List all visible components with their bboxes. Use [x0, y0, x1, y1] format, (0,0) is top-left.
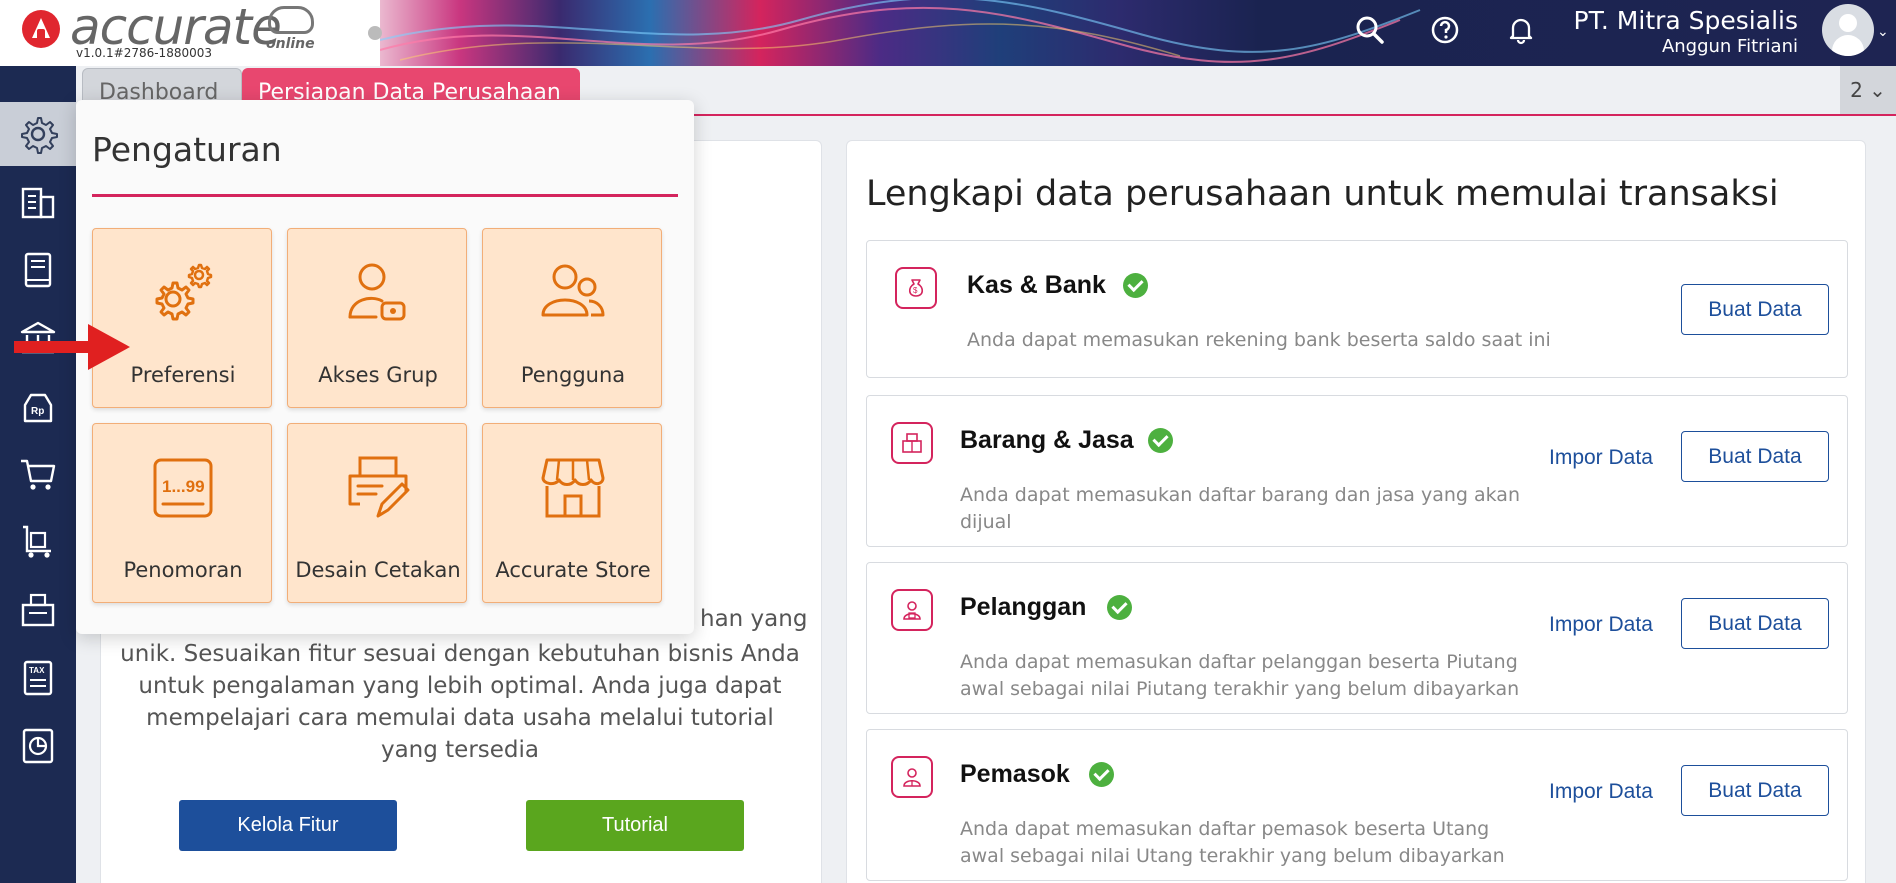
svg-text:Rp: Rp — [31, 406, 44, 417]
check-icon — [1089, 762, 1114, 787]
customer-icon — [891, 589, 933, 631]
task-kas-bank: $ Kas & Bank Anda dapat memasukan rekeni… — [866, 240, 1848, 378]
buat-data-button[interactable]: Buat Data — [1681, 431, 1829, 482]
store-icon — [541, 458, 605, 518]
sidebar-item-tax[interactable]: TAX — [0, 646, 76, 710]
price-tag-icon: Rp — [23, 393, 53, 423]
task-description: Anda dapat memasukan daftar barang dan j… — [960, 484, 1520, 533]
popup-divider — [92, 194, 678, 197]
trolley-icon — [23, 525, 51, 558]
avatar[interactable] — [1822, 4, 1874, 56]
user-name: Anggun Fitriani — [1661, 36, 1798, 57]
book-icon — [24, 252, 52, 288]
top-bar: accurate online v1.0.1#2786-1880003 PT. … — [0, 0, 1896, 66]
tile-label: Pengguna — [520, 363, 626, 387]
task-description: Anda dapat memasukan daftar pemasok bese… — [960, 818, 1505, 867]
check-icon — [1123, 273, 1148, 298]
tile-penomoran[interactable]: 1...99 Penomoran — [92, 423, 272, 603]
sidebar: Rp TAX — [0, 66, 76, 883]
task-description: Anda dapat memasukan rekening bank beser… — [967, 329, 1551, 351]
search-icon[interactable] — [1354, 14, 1386, 46]
task-title: Pelanggan — [960, 593, 1087, 621]
svg-text:$: $ — [913, 286, 918, 295]
check-icon — [1148, 428, 1173, 453]
sidebar-item-sales[interactable]: Rp — [0, 374, 76, 438]
printer-icon — [348, 456, 410, 518]
cloud-icon — [268, 6, 314, 34]
user-lock-icon — [348, 263, 406, 321]
sidebar-item-reports[interactable] — [0, 714, 76, 778]
tile-desain-cetakan[interactable]: Desain Cetakan — [287, 423, 467, 603]
help-icon[interactable] — [1429, 14, 1461, 46]
buat-data-button[interactable]: Buat Data — [1681, 765, 1829, 816]
sidebar-item-assets[interactable] — [0, 578, 76, 642]
task-barang-jasa: Barang & Jasa Anda dapat memasukan dafta… — [866, 395, 1848, 547]
company-name: PT. Mitra Spesialis — [1573, 6, 1798, 35]
tile-pengguna[interactable]: Pengguna — [482, 228, 662, 408]
accurate-logo-icon — [22, 10, 60, 48]
numbering-icon: 1...99 — [153, 458, 213, 518]
sidebar-item-settings[interactable] — [0, 102, 76, 166]
task-description: Anda dapat memasukan daftar pelanggan be… — [960, 651, 1520, 700]
sidebar-item-inventory[interactable] — [0, 510, 76, 574]
task-pelanggan: Pelanggan Anda dapat memasukan daftar pe… — [866, 562, 1848, 714]
svg-text:1...99: 1...99 — [162, 477, 205, 496]
version-label: v1.0.1#2786-1880003 — [76, 46, 213, 60]
cart-icon — [21, 459, 56, 490]
box-icon — [891, 422, 933, 464]
impor-data-link[interactable]: Impor Data — [1549, 613, 1653, 637]
impor-data-link[interactable]: Impor Data — [1549, 446, 1653, 470]
task-pemasok: Pemasok Anda dapat memasukan daftar pema… — [866, 729, 1848, 881]
report-icon — [22, 728, 54, 764]
inventory-icon — [21, 593, 55, 627]
tile-preferensi[interactable]: Preferensi — [92, 228, 272, 408]
tax-icon: TAX — [23, 660, 53, 696]
tab-count-dropdown[interactable]: 2 ⌄ — [1840, 66, 1896, 114]
company-info[interactable]: PT. Mitra Spesialis Anggun Fitriani — [1574, 6, 1798, 57]
impor-data-link[interactable]: Impor Data — [1549, 780, 1653, 804]
users-icon — [541, 264, 605, 317]
sidebar-item-purchase[interactable] — [0, 442, 76, 506]
logo[interactable]: accurate online v1.0.1#2786-1880003 — [0, 0, 380, 66]
pointer-arrow-icon — [14, 324, 130, 370]
bell-icon[interactable] — [1505, 14, 1537, 46]
popup-title: Pengaturan — [92, 130, 282, 169]
tile-label: Accurate Store — [495, 558, 651, 582]
logo-online-label: online — [266, 36, 315, 52]
supplier-icon — [891, 756, 933, 798]
sidebar-item-ledger[interactable] — [0, 238, 76, 302]
status-dot — [368, 26, 382, 40]
task-title: Kas & Bank — [967, 271, 1106, 299]
settings-popup: Pengaturan Preferensi Akses Grup Penggun… — [76, 100, 694, 634]
task-title: Pemasok — [960, 760, 1070, 788]
kelola-fitur-button[interactable]: Kelola Fitur — [179, 800, 397, 851]
buat-data-button[interactable]: Buat Data — [1681, 284, 1829, 335]
tile-akses-grup[interactable]: Akses Grup — [287, 228, 467, 408]
tutorial-button[interactable]: Tutorial — [526, 800, 744, 851]
tile-label: Desain Cetakan — [295, 558, 461, 582]
chevron-down-icon[interactable]: ⌄ — [1877, 24, 1889, 40]
gear-icon — [21, 117, 58, 154]
building-icon — [21, 187, 55, 219]
sidebar-item-company[interactable] — [0, 170, 76, 234]
task-title: Barang & Jasa — [960, 426, 1134, 454]
tile-accurate-store[interactable]: Accurate Store — [482, 423, 662, 603]
tile-label: Penomoran — [123, 558, 243, 582]
feature-desc-partial: han yang — [700, 606, 808, 632]
feature-description: unik. Sesuaikan fitur sesuai dengan kebu… — [120, 641, 800, 763]
tile-label: Akses Grup — [318, 363, 438, 387]
svg-text:TAX: TAX — [29, 666, 45, 675]
cash-bag-icon: $ — [895, 267, 937, 309]
gears-icon — [155, 263, 213, 321]
check-icon — [1107, 595, 1132, 620]
buat-data-button[interactable]: Buat Data — [1681, 598, 1829, 649]
setup-title: Lengkapi data perusahaan untuk memulai t… — [866, 174, 1779, 214]
